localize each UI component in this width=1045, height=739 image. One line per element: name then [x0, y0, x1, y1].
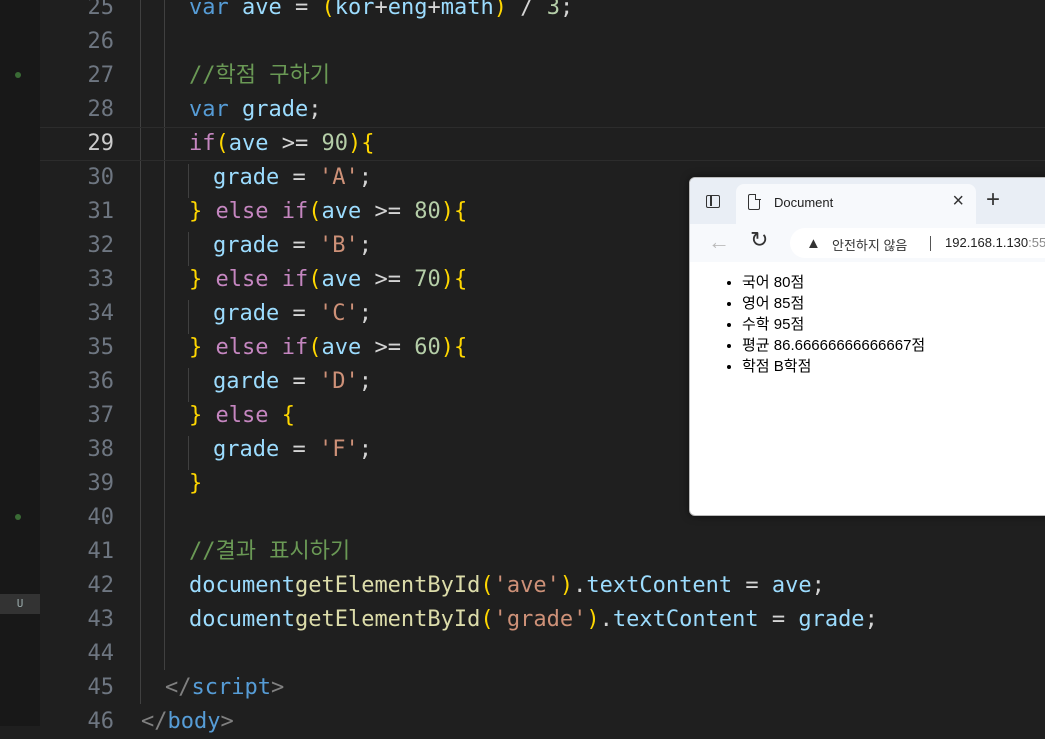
line-number: 38 — [87, 437, 115, 462]
code-text: var ave = (kor+eng+math) / 3; — [189, 0, 574, 20]
code-text: } else if(ave >= 80){ — [189, 199, 468, 224]
warning-icon[interactable]: ▲ — [806, 235, 821, 252]
code-text: documentgetElementById('grade').textCont… — [189, 607, 878, 632]
code-comment: //결과 표시하기 — [189, 539, 351, 564]
code-text: </script> — [165, 675, 285, 700]
back-arrow-icon[interactable]: ← — [708, 229, 730, 255]
editor-gutter: U — [0, 0, 40, 726]
document-icon — [748, 193, 761, 210]
line-number: 34 — [87, 301, 115, 326]
list-item: 평균 86.66666666666667점 — [742, 335, 1045, 356]
page-content: 국어 80점 영어 85점 수학 95점 평균 86.6666666666666… — [694, 262, 1045, 510]
line-number: 26 — [87, 29, 115, 54]
untracked-badge: U — [0, 594, 40, 614]
close-tab-icon[interactable]: × — [952, 190, 964, 213]
code-line[interactable]: 25 var ave = (kor+eng+math) / 3; — [40, 0, 1045, 25]
code-line[interactable]: 45 </script> — [40, 671, 1045, 705]
code-line[interactable]: 26 — [40, 25, 1045, 59]
line-number: 30 — [87, 165, 115, 190]
code-text: var grade; — [189, 97, 322, 122]
line-number: 27 — [87, 63, 115, 88]
new-tab-button[interactable]: + — [986, 186, 1000, 214]
line-number: 29 — [87, 131, 115, 156]
line-number: 32 — [87, 233, 115, 258]
code-text: grade = 'A'; — [213, 165, 372, 190]
list-item: 학점 B학점 — [742, 356, 1045, 377]
code-line[interactable]: 27 //학점 구하기 — [40, 59, 1045, 93]
code-text: } else if(ave >= 70){ — [189, 267, 468, 292]
tab-bar: Document × + — [690, 178, 1045, 224]
tab-title: Document — [774, 195, 834, 210]
line-number: 42 — [87, 573, 115, 598]
browser-window[interactable]: Document × + ← ↻ ▲ 안전하지 않음 192.168.1.130… — [689, 177, 1045, 516]
code-text: } else if(ave >= 60){ — [189, 335, 468, 360]
line-number: 43 — [87, 607, 115, 632]
list-item: 영어 85점 — [742, 293, 1045, 314]
browser-toolbar: ← ↻ ▲ 안전하지 않음 192.168.1.130:55 — [690, 224, 1045, 262]
list-item: 국어 80점 — [742, 272, 1045, 293]
line-number: 37 — [87, 403, 115, 428]
line-number: 36 — [87, 369, 115, 394]
line-number: 35 — [87, 335, 115, 360]
list-item: 수학 95점 — [742, 314, 1045, 335]
line-number: 25 — [87, 0, 115, 20]
code-text: garde = 'D'; — [213, 369, 372, 394]
code-comment: //학점 구하기 — [189, 63, 330, 88]
code-text: if(ave >= 90){ — [189, 131, 375, 156]
line-number: 28 — [87, 97, 115, 122]
line-number: 44 — [87, 641, 115, 666]
reload-icon[interactable]: ↻ — [750, 227, 768, 253]
code-line[interactable]: 42 documentgetElementById('ave').textCon… — [40, 569, 1045, 603]
line-number: 31 — [87, 199, 115, 224]
code-line[interactable]: 46 </body> — [40, 705, 1045, 739]
code-text: grade = 'C'; — [213, 301, 372, 326]
breakpoint-dot[interactable] — [15, 72, 21, 78]
code-text: grade = 'B'; — [213, 233, 372, 258]
line-number: 46 — [87, 709, 115, 734]
tab-actions-icon[interactable] — [706, 195, 720, 208]
tab-document[interactable]: Document × — [736, 184, 976, 224]
code-text: grade = 'F'; — [213, 437, 372, 462]
code-text: } else { — [189, 403, 295, 428]
code-line[interactable]: 28 var grade; — [40, 93, 1045, 127]
security-status[interactable]: 안전하지 않음 — [832, 235, 907, 254]
divider — [930, 236, 931, 251]
result-list: 국어 80점 영어 85점 수학 95점 평균 86.6666666666666… — [694, 272, 1045, 377]
code-line[interactable]: 44 — [40, 637, 1045, 671]
line-number: 39 — [87, 471, 115, 496]
line-number: 45 — [87, 675, 115, 700]
address-bar[interactable]: ▲ 안전하지 않음 192.168.1.130:55 — [790, 228, 1045, 258]
line-number: 41 — [87, 539, 115, 564]
url-text[interactable]: 192.168.1.130:55 — [945, 235, 1045, 250]
breakpoint-dot[interactable] — [15, 514, 21, 520]
code-text: } — [189, 471, 203, 496]
code-line[interactable]: 41 //결과 표시하기 — [40, 535, 1045, 569]
code-line[interactable]: 43 documentgetElementById('grade').textC… — [40, 603, 1045, 637]
code-text: </body> — [141, 709, 234, 734]
line-number: 40 — [87, 505, 115, 530]
code-text: documentgetElementById('ave').textConten… — [189, 573, 825, 598]
code-line-current[interactable]: 29 if(ave >= 90){ — [40, 127, 1045, 161]
line-number: 33 — [87, 267, 115, 292]
